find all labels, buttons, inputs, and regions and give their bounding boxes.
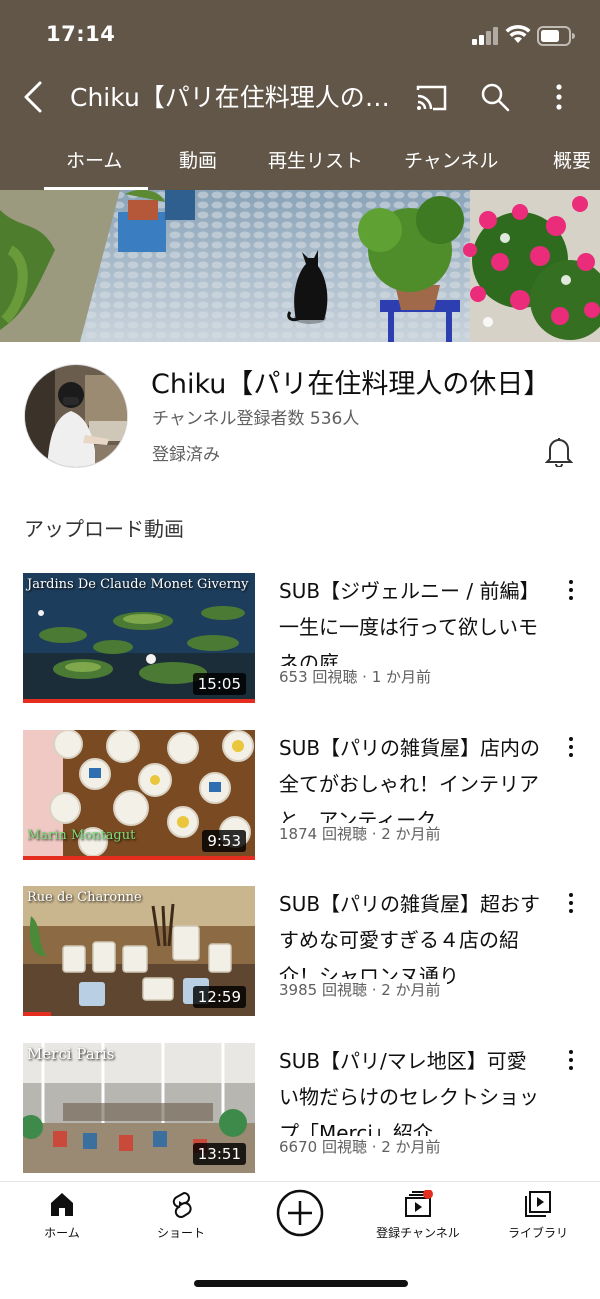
- thumbnail-overlay-text: Merci Paris: [27, 1045, 115, 1063]
- video-duration: 13:51: [192, 1143, 246, 1165]
- thumbnail-overlay-text: Rue de Charonne: [27, 890, 142, 905]
- avatar-image: [25, 365, 127, 467]
- app-bar: Chiku【パリ在住料理人の休日】: [0, 70, 600, 124]
- watch-progress-bar: [23, 1012, 51, 1016]
- watch-progress-bar: [23, 856, 255, 860]
- tab-channels[interactable]: チャンネル: [404, 146, 498, 173]
- channel-banner: [0, 190, 600, 342]
- thumbnail-overlay-text: Jardins De Claude Monet Giverny: [27, 577, 249, 592]
- battery-icon: [537, 26, 575, 46]
- video-thumbnail[interactable]: Rue de Charonne 12:59: [23, 886, 255, 1016]
- status-bar: 17:14: [0, 0, 600, 70]
- video-title[interactable]: SUB【パリの雑貨屋】店内の全てがおしゃれ！インテリアと、アンティーク: [279, 730, 541, 838]
- cellular-signal-icon: [472, 27, 498, 45]
- search-icon[interactable]: [480, 82, 510, 112]
- nav-subscriptions-label: 登録チャンネル: [376, 1226, 460, 1240]
- top-header: 17:14 Chiku【パリ在住料理人の休日】: [0, 0, 600, 190]
- nav-home-label: ホーム: [44, 1226, 80, 1240]
- subscribed-status-button[interactable]: 登録済み: [152, 440, 220, 465]
- more-options-icon[interactable]: [550, 82, 568, 112]
- status-time: 17:14: [46, 22, 116, 46]
- app-bar-title: Chiku【パリ在住料理人の休日】: [70, 83, 390, 112]
- video-duration: 15:05: [192, 673, 246, 695]
- back-arrow-icon[interactable]: [20, 80, 46, 114]
- nav-create-button[interactable]: [240, 1188, 360, 1238]
- video-more-options-icon[interactable]: [563, 892, 579, 914]
- video-thumbnail[interactable]: Jardins De Claude Monet Giverny 15:05: [23, 573, 255, 703]
- video-item[interactable]: Merci Paris 13:51 SUB【パリ/マレ地区】可愛い物だらけのセレ…: [0, 1043, 600, 1175]
- nav-library[interactable]: ライブラリ: [478, 1190, 598, 1241]
- video-more-options-icon[interactable]: [563, 1049, 579, 1071]
- tab-about[interactable]: 概要: [553, 146, 591, 173]
- video-item[interactable]: Jardins De Claude Monet Giverny 15:05 SU…: [0, 573, 600, 705]
- banner-image: [0, 190, 600, 342]
- video-more-options-icon[interactable]: [563, 736, 579, 758]
- video-meta: 3985 回視聴 · 2 か月前: [279, 979, 447, 1000]
- video-title[interactable]: SUB【パリの雑貨屋】超おすすめな可愛すぎる４店の紹介！シャロンヌ通り: [279, 886, 541, 994]
- video-thumbnail[interactable]: Merci Paris 13:51: [23, 1043, 255, 1173]
- channel-name: Chiku【パリ在住料理人の休日】: [151, 369, 551, 400]
- channel-tabs: ホーム 動画 再生リスト チャンネル 概要: [0, 132, 600, 190]
- library-icon: [525, 1191, 551, 1217]
- home-indicator: [194, 1280, 408, 1287]
- video-item[interactable]: Marin Montagut 9:53 SUB【パリの雑貨屋】店内の全てがおしゃ…: [0, 730, 600, 862]
- shorts-icon: [172, 1191, 192, 1218]
- watch-progress-bar: [23, 699, 255, 703]
- video-duration: 9:53: [202, 830, 246, 852]
- video-meta: 6670 回視聴 · 2 か月前: [279, 1136, 447, 1157]
- video-more-options-icon[interactable]: [563, 579, 579, 601]
- cast-icon[interactable]: [414, 82, 448, 112]
- video-meta: 653 回視聴 · 1 か月前: [279, 666, 438, 687]
- nav-home[interactable]: ホーム: [2, 1190, 122, 1241]
- thumbnail-overlay-text: Marin Montagut: [27, 828, 136, 843]
- nav-shorts[interactable]: ショート: [121, 1190, 241, 1241]
- tab-playlists[interactable]: 再生リスト: [268, 146, 363, 173]
- video-title[interactable]: SUB【パリ/マレ地区】可愛い物だらけのセレクトショップ「Merci」紹介: [279, 1043, 541, 1151]
- subscriptions-icon: [405, 1190, 433, 1217]
- video-duration: 12:59: [192, 986, 246, 1008]
- nav-library-label: ライブラリ: [507, 1226, 568, 1240]
- wifi-icon: [505, 24, 531, 43]
- tab-home[interactable]: ホーム: [66, 146, 122, 173]
- notification-bell-icon[interactable]: [545, 435, 573, 467]
- create-icon: [276, 1189, 324, 1237]
- nav-subscriptions[interactable]: 登録チャンネル: [358, 1190, 478, 1241]
- nav-shorts-label: ショート: [156, 1226, 205, 1240]
- tab-videos[interactable]: 動画: [179, 146, 217, 173]
- video-thumbnail[interactable]: Marin Montagut 9:53: [23, 730, 255, 860]
- uploads-section-title: アップロード動画: [24, 517, 184, 541]
- video-meta: 1874 回視聴 · 2 か月前: [279, 823, 447, 844]
- video-item[interactable]: Rue de Charonne 12:59 SUB【パリの雑貨屋】超おすすめな可…: [0, 886, 600, 1018]
- channel-avatar[interactable]: [24, 364, 128, 468]
- home-icon: [51, 1193, 73, 1216]
- video-title[interactable]: SUB【ジヴェルニー / 前編】一生に一度は行って欲しいモネの庭: [279, 573, 541, 681]
- subscriber-count: チャンネル登録者数 536人: [152, 409, 360, 429]
